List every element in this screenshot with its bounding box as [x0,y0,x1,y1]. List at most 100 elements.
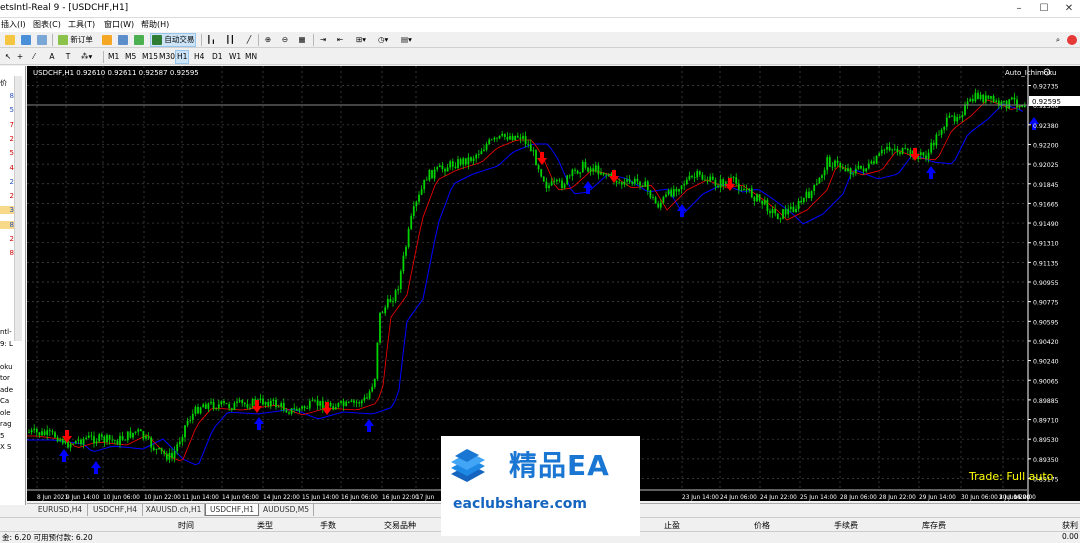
col-symbol[interactable]: 交易品种 [384,520,416,531]
candle-body [878,153,881,156]
col-type[interactable]: 类型 [257,520,273,531]
navigator-item[interactable]: 9: L [0,340,25,348]
price-label: 0.92025 [1033,162,1059,169]
market-watch-price[interactable]: 2 [0,235,14,243]
candle-body [371,386,374,392]
timeframe-d1[interactable]: D1 [211,50,224,64]
bar-chart-icon[interactable]: ┃╻ [205,33,217,47]
minimize-button[interactable]: – [1012,2,1026,16]
candle-body [665,194,667,197]
market-watch-price[interactable]: 2 [0,178,14,186]
col-volume[interactable]: 手数 [320,520,336,531]
auto-trading-button[interactable]: 自动交易 [150,33,197,47]
buy-signal-arrow-icon [926,166,936,179]
market-watch-price[interactable]: 8 [0,220,14,229]
tab-usdchf-h4[interactable]: USDCHF,H4 [88,504,143,516]
col-take-profit[interactable]: 止盈 [664,520,680,531]
candle-body [789,206,792,209]
refresh-icon[interactable] [133,33,145,47]
profiles-icon[interactable] [20,33,32,47]
zoom-in-icon[interactable]: ⊕ [262,33,274,47]
menu-tools[interactable]: 工具(T) [68,19,95,30]
new-order-button[interactable]: 新订单 [57,33,94,47]
candle-body [982,94,985,103]
maximize-button[interactable]: ☐ [1037,2,1051,16]
menu-insert[interactable]: 插入(I) [1,19,26,30]
navigator-item[interactable]: oku [0,363,25,371]
market-watch-price[interactable]: 5 [0,106,14,114]
timeframe-m15[interactable]: M15 [141,50,159,64]
crosshair-icon[interactable]: + [14,50,26,64]
symbol-header: USDCHF,H1 0.92610 0.92611 0.92587 0.9259… [33,69,199,77]
candle-body [488,139,491,145]
candle-body [38,432,41,436]
close-button[interactable]: ✕ [1062,2,1076,16]
tab-usdchf-h1[interactable]: USDCHF,H1 [205,504,259,516]
candle-body [680,185,683,190]
market-watch-price[interactable]: 8 [0,249,14,257]
navigator-item[interactable]: ade [0,386,25,394]
col-swap[interactable]: 库存费 [922,520,946,531]
menu-charts[interactable]: 图表(C) [33,19,61,30]
timeframe-m1[interactable]: M1 [107,50,120,64]
col-profit[interactable]: 获利 [1062,520,1078,531]
navigator-item[interactable]: rag [0,420,25,428]
shapes-icon[interactable]: ⁂▾ [80,50,93,64]
col-time[interactable]: 时间 [178,520,194,531]
cursor-icon[interactable]: ↖ [2,50,14,64]
tab-eurusd-h4[interactable]: EURUSD,H4 [33,504,88,516]
watermark-url: eaclubshare.com [453,496,587,512]
market-watch-price[interactable]: 2 [0,135,14,143]
templates-icon[interactable]: ▤▾ [400,33,413,47]
timeframe-h4[interactable]: H4 [193,50,205,64]
zoom-out-icon[interactable]: ⊖ [279,33,291,47]
market-watch-price[interactable]: 3 [0,206,14,215]
candle-body [158,447,160,449]
market-watch-price[interactable]: 8 [0,92,14,100]
line-chart-icon[interactable]: ╱ [243,33,255,47]
text-tool-icon[interactable]: A [46,50,58,64]
candle-body [113,440,116,441]
market-watch-price[interactable]: 4 [0,164,14,172]
candle-body [756,194,758,202]
trendline-icon[interactable]: ⁄ [28,50,40,64]
indicators-icon[interactable]: ⊞▾ [355,33,367,47]
timeframe-h1[interactable]: H1 [175,50,190,64]
market-watch-price[interactable]: 2 [0,192,14,200]
autoscroll-icon[interactable]: ⇥ [317,33,329,47]
col-price[interactable]: 价格 [754,520,770,531]
tab-xauusd-h1[interactable]: XAUUSD.ch,H1 [143,504,205,516]
people-icon[interactable] [117,33,129,47]
market-watch-icon[interactable] [36,33,48,47]
timeframe-mn[interactable]: MN [244,50,258,64]
price-label: 0.92200 [1033,142,1059,149]
metaeditor-icon[interactable] [101,33,113,47]
candle-body [808,191,810,199]
label-tool-icon[interactable]: T [62,50,74,64]
market-watch-price[interactable]: 5 [0,149,14,157]
tab-audusd-m5[interactable]: AUDUSD,M5 [259,504,314,516]
menu-help[interactable]: 帮助(H) [141,19,169,30]
tile-windows-icon[interactable]: ▦ [296,33,308,47]
menu-window[interactable]: 窗口(W) [104,19,134,30]
navigator-item[interactable]: 5 [0,432,25,440]
timeframe-m5[interactable]: M5 [124,50,137,64]
navigator-item[interactable]: tor [0,374,25,382]
candle-chart-icon[interactable]: ┃┃ [224,33,236,47]
navigator-item[interactable]: ole [0,409,25,417]
navigator-item[interactable]: Ca [0,397,25,405]
navigator-item[interactable]: ntl- [0,328,25,336]
market-watch-scrollbar[interactable] [14,76,22,341]
chart-shift-icon[interactable]: ⇤ [334,33,346,47]
new-chart-icon[interactable] [4,33,16,47]
search-icon[interactable]: ⌕ [1052,33,1064,47]
periods-icon[interactable]: ◷▾ [377,33,389,47]
navigator-item[interactable]: X S [0,443,25,451]
timeframe-w1[interactable]: W1 [228,50,242,64]
toolbar-separator [201,34,202,46]
col-commission[interactable]: 手续费 [834,520,858,531]
candle-body [620,182,623,185]
timeframe-m30[interactable]: M30 [158,50,176,64]
community-icon[interactable] [1066,33,1078,47]
market-watch-price[interactable]: 7 [0,121,14,129]
